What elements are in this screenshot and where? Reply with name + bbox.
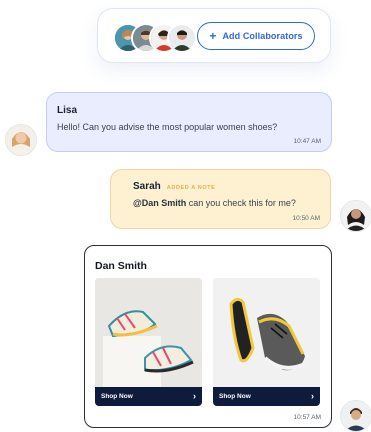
sender-name: Dan Smith [95,260,147,272]
sender-name: Lisa [57,105,78,116]
product-item[interactable]: Shop Now › [213,278,320,406]
chevron-right-icon: › [193,391,196,401]
lisa-message-bubble: Lisa Hello! Can you advise the most popu… [46,92,332,152]
shoe-image [213,278,320,387]
plus-icon: + [209,29,217,43]
message-time: 10:47 AM [293,138,321,145]
shop-now-button[interactable]: Shop Now › [213,387,320,406]
add-collaborators-label: Add Collaborators [222,31,303,41]
chevron-right-icon: › [311,391,314,401]
sarah-note-bubble: Sarah ADDED A NOTE @Dan Smith can you ch… [110,169,331,229]
message-text: Hello! Can you advise the most popular w… [57,122,278,132]
note-text: @Dan Smith can you check this for me? [133,198,320,208]
sender-name: Sarah [133,181,161,192]
shop-now-button[interactable]: Shop Now › [95,387,202,406]
add-collaborators-button[interactable]: + Add Collaborators [197,22,315,50]
collaborator-avatars [113,23,197,53]
message-time: 10:50 AM [292,215,320,222]
shop-now-label: Shop Now [101,393,133,400]
note-header: Sarah ADDED A NOTE [133,181,320,192]
collaborator-avatar[interactable] [167,23,197,53]
shoe-image [95,278,202,387]
dan-avatar [340,400,371,432]
product-recommendation-card: Dan Smith Shop Now › Shop Now › 10:57 AM [84,245,332,428]
message-time: 10:57 AM [293,414,321,421]
mention-link[interactable]: @Dan Smith [133,198,186,208]
product-item[interactable]: Shop Now › [95,278,202,406]
lisa-avatar [5,124,37,156]
shop-now-label: Shop Now [219,393,251,400]
sarah-avatar [340,200,371,232]
added-note-tag: ADDED A NOTE [166,185,216,191]
collaborators-bar: + Add Collaborators [97,8,331,63]
note-body: can you check this for me? [186,198,296,208]
